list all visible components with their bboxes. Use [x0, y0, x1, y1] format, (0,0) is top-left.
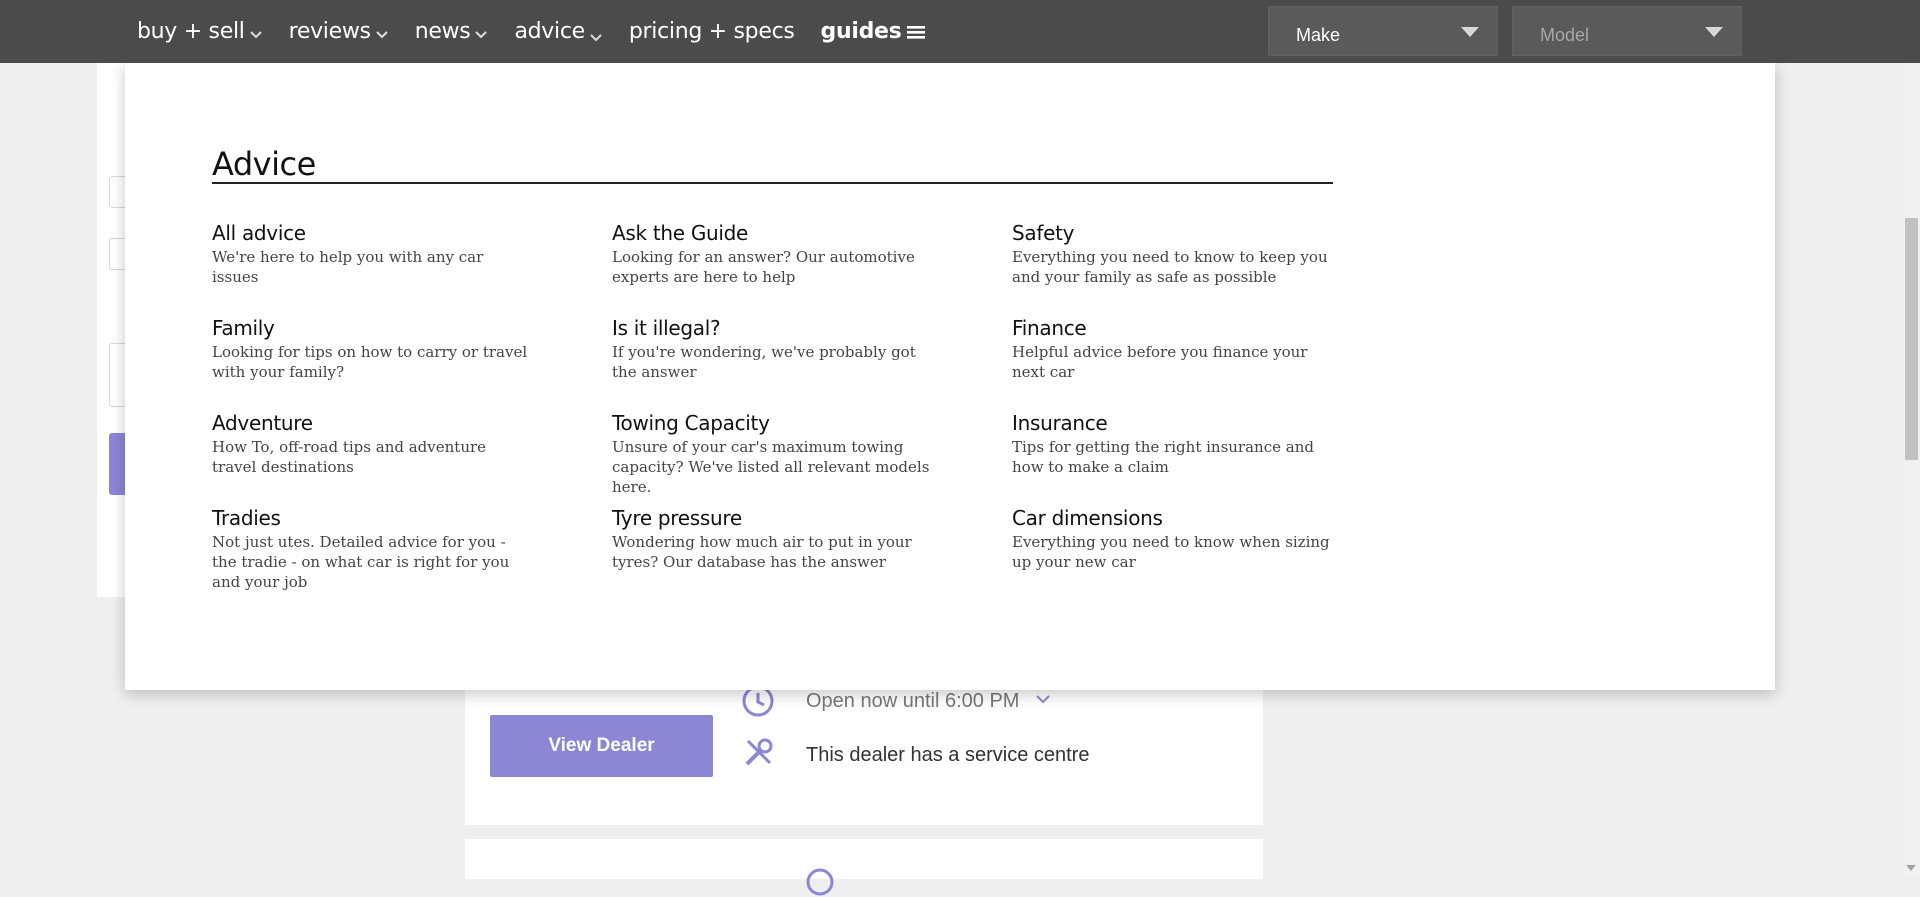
view-dealer-button[interactable]: View Dealer	[490, 715, 713, 777]
dealer-card-secondary	[465, 839, 1263, 896]
chevron-down-icon	[249, 30, 262, 38]
hamburger-icon	[907, 25, 926, 39]
advice-link-desc: Everything you need to know to keep you …	[1012, 248, 1328, 286]
advice-link-desc: Helpful advice before you finance your n…	[1012, 343, 1308, 381]
make-select[interactable]: Make	[1268, 6, 1498, 56]
nav-item-label: buy + sell	[137, 19, 245, 44]
advice-link-ask-the-guide[interactable]: Ask the Guide Looking for an answer? Our…	[612, 221, 1012, 316]
nav-item-guides[interactable]: guides	[821, 19, 926, 44]
info-icon	[806, 868, 834, 896]
advice-link-title: Car dimensions	[1012, 506, 1163, 530]
nav-item-label: guides	[820, 19, 902, 44]
advice-link-desc: Looking for tips on how to carry or trav…	[212, 343, 528, 381]
nav-item-label: news	[414, 19, 471, 44]
scroll-down-arrow-icon[interactable]	[1906, 865, 1916, 871]
advice-link-desc: Tips for getting the right insurance and…	[1012, 438, 1314, 476]
chevron-down-icon	[475, 30, 488, 38]
nav-item-label: advice	[514, 19, 585, 44]
advice-link-finance[interactable]: Finance Helpful advice before you financ…	[1012, 316, 1362, 411]
advice-link-desc: How To, off-road tips and adventure trav…	[212, 438, 487, 476]
nav-items: buy + sell reviews news advice pricing +…	[137, 0, 951, 63]
advice-link-tyre-pressure[interactable]: Tyre pressure Wondering how much air to …	[612, 506, 1012, 601]
model-select-label: Model	[1540, 25, 1590, 45]
advice-link-title: Ask the Guide	[612, 221, 749, 245]
advice-link-title: Is it illegal?	[612, 316, 721, 340]
model-select[interactable]: Model	[1512, 6, 1742, 56]
service-centre-text: This dealer has a service centre	[806, 744, 1090, 766]
advice-link-desc: We're here to help you with any car issu…	[212, 248, 484, 286]
advice-link-tradies[interactable]: Tradies Not just utes. Detailed advice f…	[212, 506, 612, 601]
advice-link-desc: Everything you need to know when sizing …	[1012, 533, 1330, 571]
advice-link-insurance[interactable]: Insurance Tips for getting the right ins…	[1012, 411, 1362, 506]
wrench-icon	[745, 738, 773, 766]
advice-link-title: Tradies	[212, 506, 281, 530]
advice-link-title: Finance	[1012, 316, 1087, 340]
advice-link-title: Adventure	[212, 411, 313, 435]
mega-menu-title: Advice	[212, 145, 316, 183]
advice-link-car-dimensions[interactable]: Car dimensions Everything you need to kn…	[1012, 506, 1362, 601]
advice-link-desc: If you're wondering, we've probably got …	[612, 343, 916, 381]
advice-link-title: Towing Capacity	[612, 411, 770, 435]
chevron-down-icon[interactable]	[1034, 690, 1052, 708]
nav-item-advice[interactable]: advice	[514, 19, 602, 44]
nav-item-buy-sell[interactable]: buy + sell	[137, 19, 263, 44]
advice-link-title: Family	[212, 316, 275, 340]
advice-link-title: Insurance	[1012, 411, 1108, 435]
nav-item-label: pricing + specs	[628, 19, 795, 44]
nav-item-label: reviews	[288, 19, 371, 44]
nav-item-news[interactable]: news	[415, 19, 489, 44]
advice-link-title: Tyre pressure	[612, 506, 742, 530]
nav-item-pricing-specs[interactable]: pricing + specs	[629, 19, 795, 44]
scroll-thumb[interactable]	[1905, 218, 1918, 460]
page-scrollbar[interactable]	[1903, 0, 1920, 875]
caret-down-icon	[1705, 27, 1723, 37]
open-status: Open now until 6:00 PM	[806, 690, 1020, 712]
advice-link-title: Safety	[1012, 221, 1075, 245]
advice-link-all-advice[interactable]: All advice We're here to help you with a…	[212, 221, 612, 316]
make-select-label: Make	[1296, 25, 1341, 45]
advice-link-desc: Not just utes. Detailed advice for you -…	[212, 533, 510, 591]
caret-down-icon	[1461, 27, 1479, 37]
nav-item-reviews[interactable]: reviews	[289, 19, 389, 44]
advice-link-adventure[interactable]: Adventure How To, off-road tips and adve…	[212, 411, 612, 506]
advice-link-safety[interactable]: Safety Everything you need to know to ke…	[1012, 221, 1362, 316]
advice-link-family[interactable]: Family Looking for tips on how to carry …	[212, 316, 612, 411]
advice-link-desc: Looking for an answer? Our automotive ex…	[612, 248, 915, 286]
chevron-down-icon	[590, 33, 602, 41]
advice-links-grid: All advice We're here to help you with a…	[212, 221, 1362, 601]
chevron-down-icon	[375, 30, 388, 38]
advice-link-towing-capacity[interactable]: Towing Capacity Unsure of your car's max…	[612, 411, 1012, 506]
advice-link-desc: Wondering how much air to put in your ty…	[612, 533, 912, 571]
top-nav: buy + sell reviews news advice pricing +…	[0, 0, 1920, 63]
advice-link-is-it-illegal[interactable]: Is it illegal? If you're wondering, we'v…	[612, 316, 1012, 411]
advice-link-desc: Unsure of your car's maximum towing capa…	[612, 438, 930, 496]
advice-link-title: All advice	[212, 221, 306, 245]
divider	[212, 182, 1333, 184]
advice-mega-menu: Advice All advice We're here to help you…	[125, 63, 1775, 690]
